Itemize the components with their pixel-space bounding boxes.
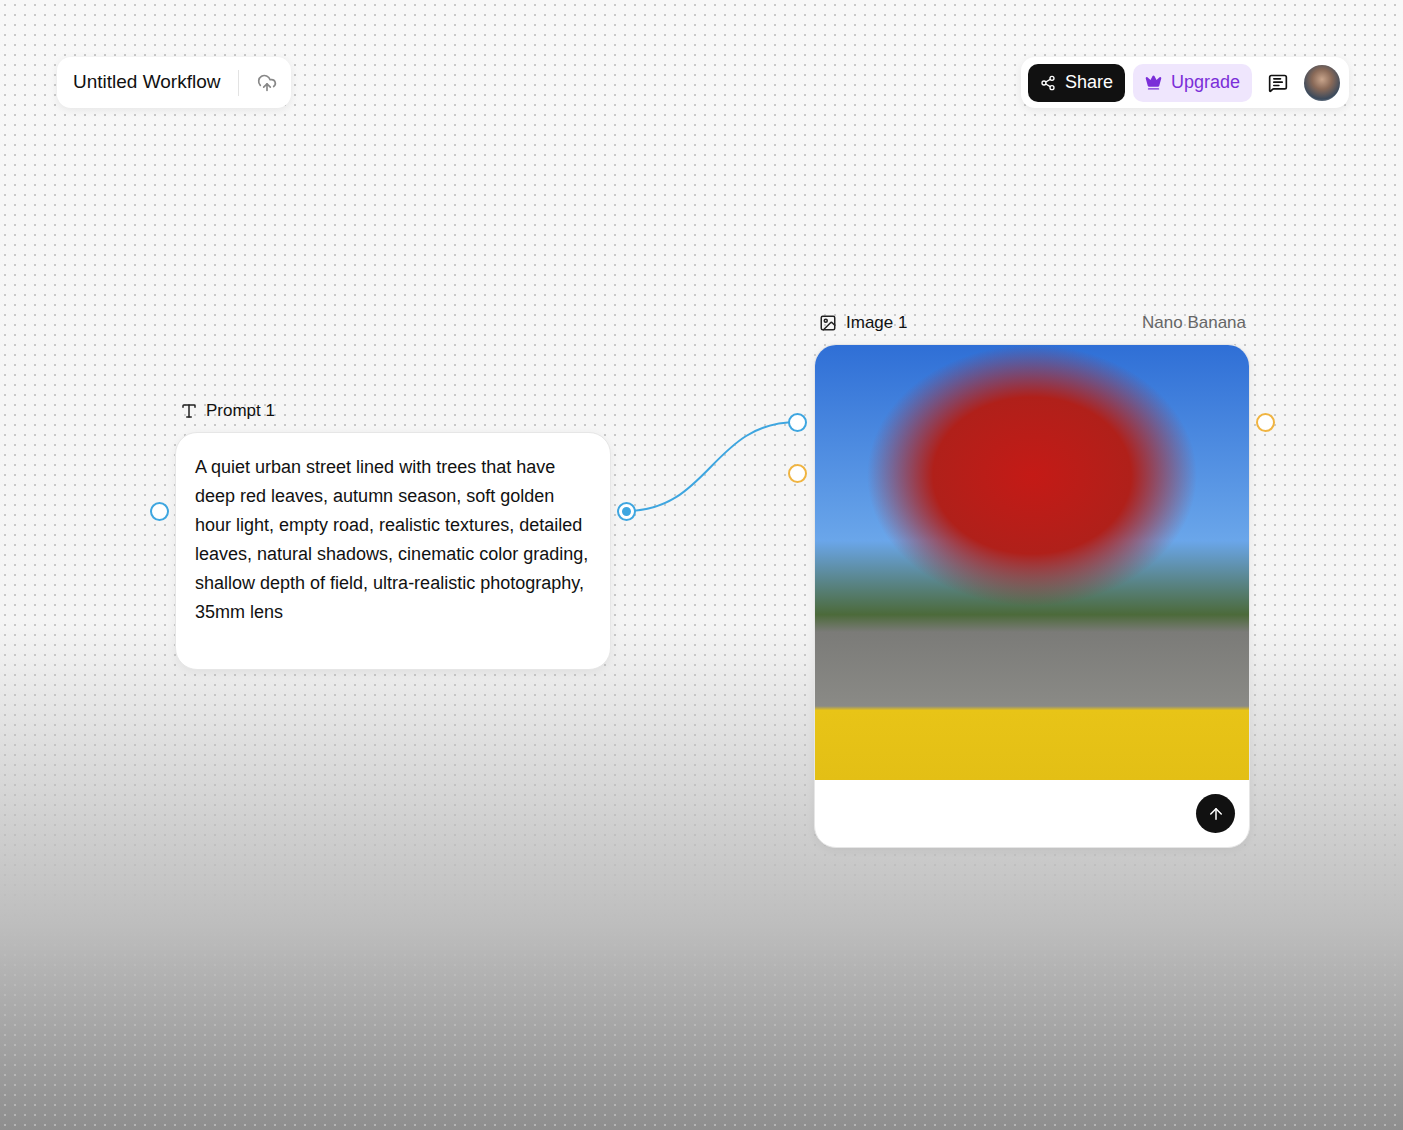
generated-image (815, 345, 1249, 780)
image-icon (819, 314, 837, 332)
model-name[interactable]: Nano Banana (1142, 310, 1246, 336)
divider (238, 70, 239, 96)
prompt-text[interactable]: A quiet urban street lined with trees th… (195, 453, 591, 627)
image-node-header: Image 1 Nano Banana (819, 310, 1246, 336)
image-node[interactable] (814, 344, 1250, 848)
workflow-title[interactable]: Untitled Workflow (73, 68, 220, 97)
crown-icon (1145, 74, 1162, 91)
canvas[interactable]: Untitled Workflow ShareUpgrade Prompt 1 A q… (0, 0, 1403, 1130)
text-icon (180, 402, 198, 420)
cloud-upload-icon[interactable] (257, 73, 277, 93)
port-fill (622, 507, 631, 516)
connection-port[interactable] (1256, 413, 1275, 432)
node-label[interactable]: Image 1 (846, 310, 907, 336)
upgrade-button[interactable]: Upgrade (1133, 64, 1252, 102)
image-node-title: Image 1 (819, 310, 907, 336)
share-button[interactable]: Share (1028, 64, 1125, 102)
workflow-title-card: Untitled Workflow (57, 57, 291, 108)
connection-port[interactable] (150, 502, 169, 521)
user-avatar[interactable] (1304, 65, 1340, 101)
top-toolbar: ShareUpgrade (1021, 57, 1349, 108)
arrow-up-icon (1207, 805, 1225, 823)
node-label[interactable]: Prompt 1 (206, 398, 275, 424)
connection-port[interactable] (788, 413, 807, 432)
prompt-node[interactable]: A quiet urban street lined with trees th… (175, 432, 611, 670)
send-button[interactable] (1196, 794, 1235, 833)
connection-port[interactable] (617, 502, 636, 521)
image-node-footer (815, 780, 1249, 847)
share-icon (1040, 75, 1056, 91)
connection-port[interactable] (788, 464, 807, 483)
prompt-node-header: Prompt 1 (180, 398, 275, 424)
comment-icon[interactable] (1268, 73, 1288, 93)
